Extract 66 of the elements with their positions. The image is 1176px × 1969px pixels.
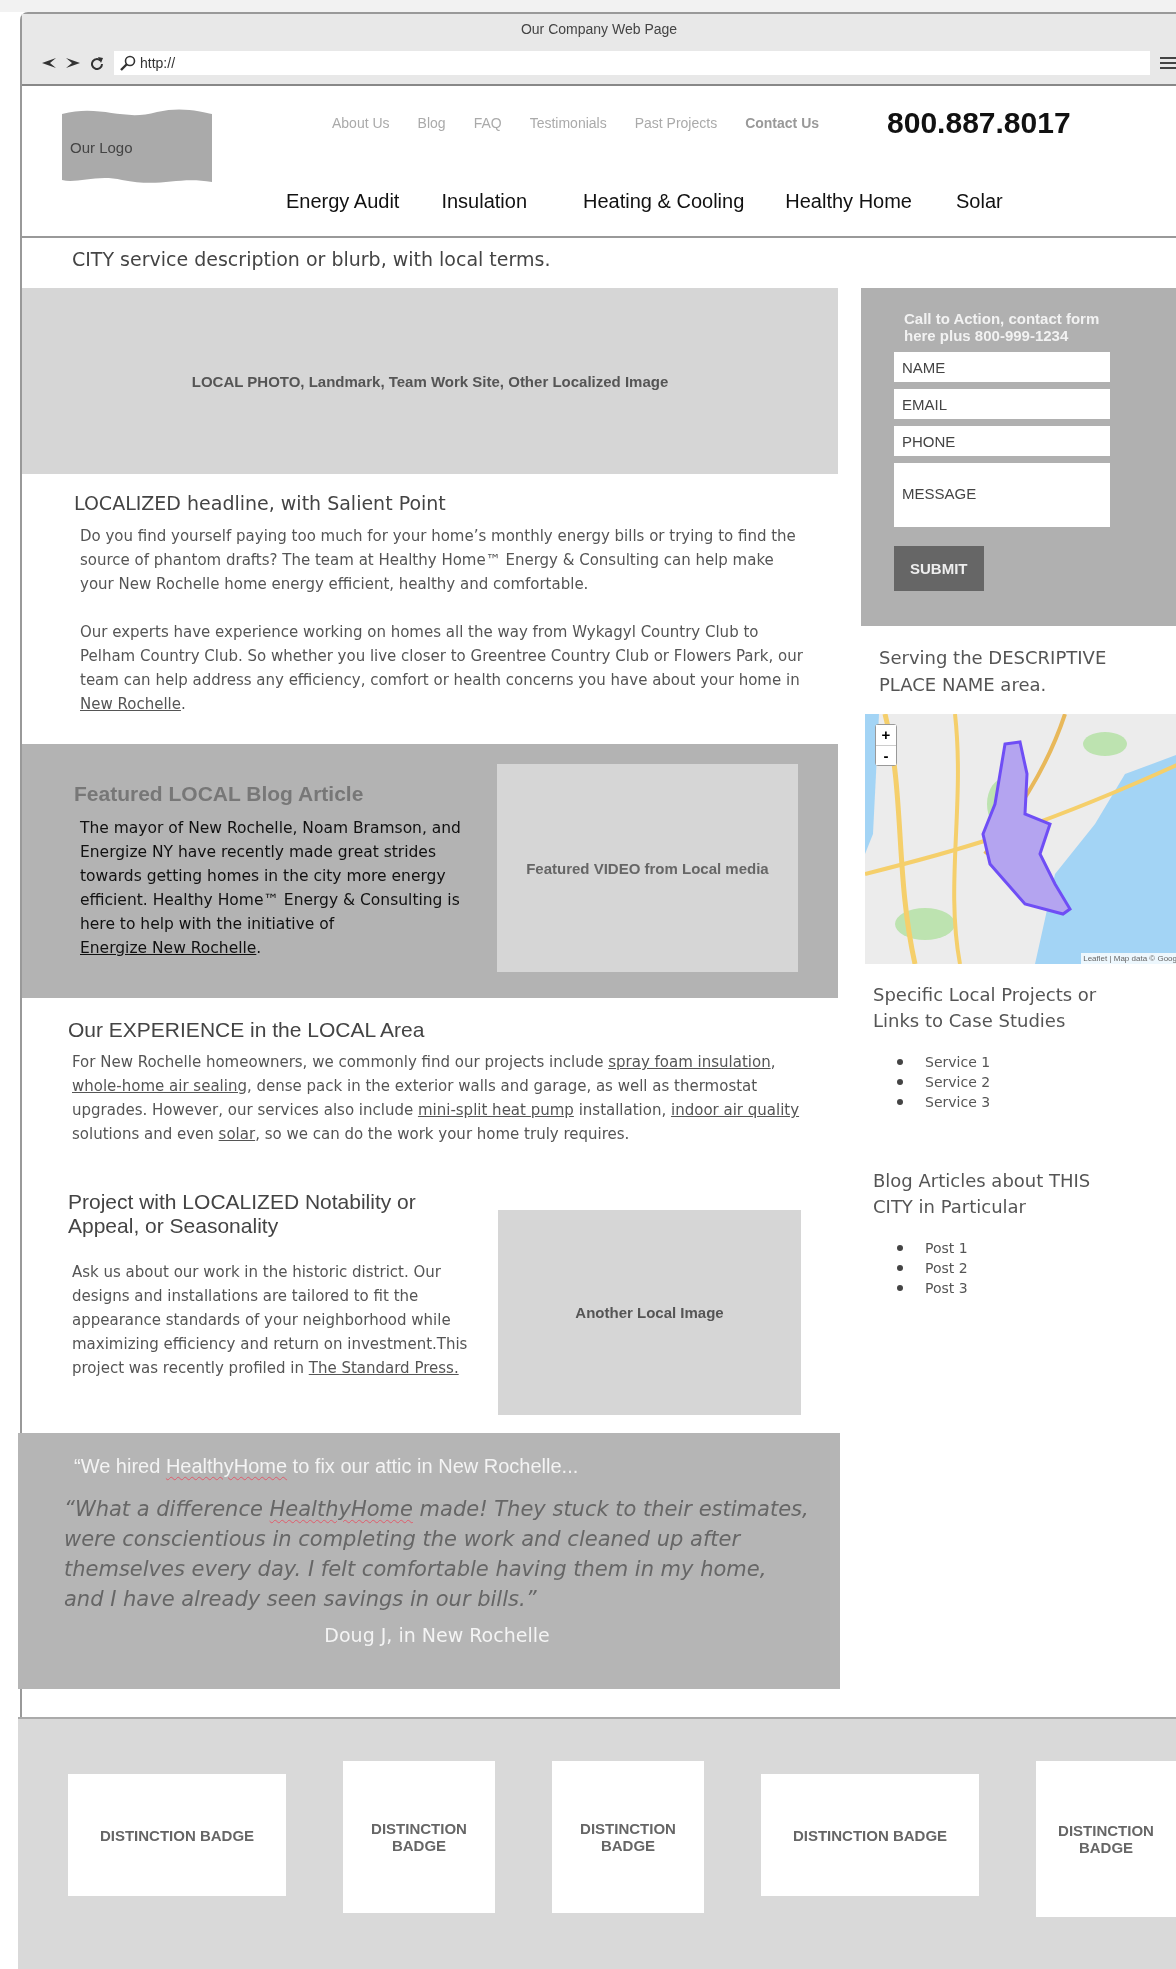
list-heading: Specific Local Projects or Links to Case Studies (873, 983, 1098, 1033)
badge-label: DISTINCTION BADGE (1057, 1822, 1155, 1856)
text-link[interactable]: indoor air quality (671, 1101, 800, 1119)
badge-label: DISTINCTION BADGE (792, 1826, 948, 1844)
bullet-dot (897, 1285, 903, 1291)
placeholder-label: Another Local Image (575, 1304, 724, 1321)
blurb-text: CITY service description or blurb, with local terms. (71, 247, 552, 272)
list-heading: Blog Articles about THIS CITY in Particular (873, 1169, 1092, 1219)
logo-placeholder[interactable]: Our Logo (62, 108, 212, 186)
badge-label: DISTINCTION BADGE (99, 1826, 255, 1844)
body-paragraph: Our experts have experience working on homes all the way from Wykagyl Country Club to Pelham Country Club. So whether you live closer to Greentree Country Club or Flowers Park, our team can help address any efficiency, comfort or health concerns you have about your home in New Rochelle. (80, 622, 804, 715)
input-field[interactable]: PHONE (894, 426, 1110, 456)
back-icon[interactable] (42, 57, 56, 69)
section-heading: Project with LOCALIZED Notability or Appeal, or Seasonality (68, 1190, 417, 1238)
list-item[interactable]: Post 3 (925, 1280, 968, 1296)
window-title: Our Company Web Page (519, 20, 679, 39)
address-field[interactable]: http:// (114, 51, 1150, 75)
badge-label: DISTINCTION BADGE (579, 1820, 677, 1854)
text-link[interactable]: whole-home air sealing (72, 1077, 247, 1095)
text-link[interactable]: Energize New Rochelle (80, 939, 257, 957)
nav-item[interactable]: Solar (956, 189, 1003, 213)
form-title: Call to Action, contact form here plus 800-999-1234 (904, 310, 1101, 344)
input-field[interactable]: NAME (894, 352, 1110, 382)
badge-label: DISTINCTION BADGE (370, 1820, 468, 1854)
list-item[interactable]: Service 2 (925, 1074, 991, 1090)
bullet-dot (897, 1099, 903, 1105)
area-heading: Serving the DESCRIPTIVE PLACE NAME area. (879, 646, 1108, 697)
bullet-dot (897, 1059, 903, 1065)
nav-item[interactable]: Insulation (441, 189, 528, 213)
text-link[interactable]: solar (218, 1125, 256, 1143)
list-item[interactable]: Post 2 (925, 1260, 968, 1276)
testimonial-quote: “What a difference HealthyHome made! They stuck to their estimates, were conscientious in completing the work and cleaned up after themselves every day. I felt comfortable having them in my home, and I have already seen savings in our bills.” (64, 1496, 810, 1613)
map-attribution: Leaflet | Map data © Goog (1081, 953, 1176, 964)
bullet-dot (897, 1265, 903, 1271)
nav-item[interactable]: Healthy Home (785, 189, 912, 213)
submit-button[interactable]: SUBMIT (894, 546, 984, 591)
placeholder-label: LOCAL PHOTO, Landmark, Team Work Site, Other Localized Image (191, 372, 669, 390)
menu-icon[interactable] (1160, 56, 1176, 70)
reload-icon[interactable] (90, 56, 104, 70)
list-item[interactable]: Service 1 (925, 1054, 991, 1070)
bullet-dot (897, 1079, 903, 1085)
body-paragraph: The mayor of New Rochelle, Noam Bramson, and Energize NY have recently made great strides towards getting homes in the city more energy efficient. Healthy Home™ Energy & Consulting is here to help with the initiative of Energize New Rochelle. (80, 818, 462, 959)
body-paragraph: Do you find yourself paying too much for your home’s monthly energy bills or trying to find the source of phantom drafts? The team at Healthy Home™ Energy & Consulting can help make your New Rochelle home energy efficient, healthy and comfortable. (80, 526, 797, 595)
list-item[interactable]: Post 1 (925, 1240, 968, 1256)
list-item[interactable]: Service 3 (925, 1094, 991, 1110)
section-heading: Featured LOCAL Blog Article (74, 782, 365, 806)
testimonial-headline: “We hired HealthyHome to fix our attic in New Rochelle... (74, 1455, 580, 1478)
text-link[interactable]: The Standard Press. (308, 1359, 459, 1377)
body-paragraph: Ask us about our work in the historic district. Our designs and installations are tailored to fit the appearance standards of your neighborhood while maximizing efficiency and return on investment.This project was recently profiled in The Standard Press. (72, 1262, 468, 1379)
text-link[interactable]: spray foam insulation (608, 1053, 771, 1071)
headline: LOCALIZED headline, with Salient Point (74, 492, 447, 514)
zoom-out-button[interactable]: - (876, 745, 896, 765)
search-icon (120, 55, 136, 71)
placeholder-label: Featured VIDEO from Local media (526, 859, 769, 877)
text-link[interactable]: New Rochelle (80, 695, 181, 713)
phone-number: 800.887.8017 (887, 106, 1071, 140)
body-paragraph: For New Rochelle homeowners, we commonly find our projects include spray foam insulation, whole-home air sealing, dense pack in the exterior walls and garage, as well as thermostat upgrades. However, our services also include mini-split heat pump installation, indoor air quality solutions and even solar, so we can do the work your home truly requires. (72, 1052, 801, 1145)
testimonial-author: Doug J, in New Rochelle (323, 1624, 551, 1646)
text-link[interactable]: mini-split heat pump (417, 1101, 574, 1119)
nav-item[interactable]: Energy Audit (286, 189, 400, 213)
forward-icon[interactable] (66, 57, 80, 69)
input-field[interactable]: EMAIL (894, 389, 1110, 419)
message-field[interactable]: MESSAGE (894, 463, 1110, 527)
section-heading: Our EXPERIENCE in the LOCAL Area (68, 1018, 426, 1042)
nav-item[interactable]: Heating & Cooling (583, 189, 745, 213)
bullet-dot (897, 1245, 903, 1251)
